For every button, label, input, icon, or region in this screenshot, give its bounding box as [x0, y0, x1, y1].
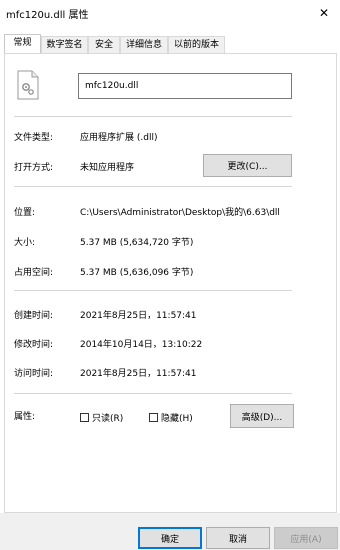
title-bar: mfc120u.dll 属性 ✕ — [0, 0, 340, 26]
hidden-checkbox-box[interactable] — [149, 413, 158, 422]
file-name-field[interactable]: mfc120u.dll — [78, 73, 292, 99]
general-panel — [4, 53, 337, 513]
accessed-value: 2021年8月25日，11:57:41 — [80, 369, 197, 379]
modified-label: 修改时间: — [14, 340, 54, 350]
size-value: 5.37 MB (5,634,720 字节) — [80, 238, 194, 248]
opens-with-label: 打开方式: — [14, 163, 54, 173]
location-value: C:\Users\Administrator\Desktop\我的\6.63\d… — [80, 208, 280, 218]
hidden-checkbox-label: 隐藏(H) — [161, 414, 193, 424]
divider — [14, 393, 292, 394]
file-type-value: 应用程序扩展 (.dll) — [80, 133, 158, 143]
tab-details[interactable]: 详细信息 — [120, 36, 168, 53]
divider — [14, 116, 292, 117]
close-icon: ✕ — [318, 6, 330, 20]
accessed-label: 访问时间: — [14, 369, 54, 379]
divider — [14, 186, 292, 187]
tab-digital-signatures[interactable]: 数字签名 — [41, 36, 88, 53]
readonly-checkbox-label: 只读(R) — [92, 414, 124, 424]
close-button[interactable]: ✕ — [312, 2, 336, 24]
opens-with-value: 未知应用程序 — [80, 163, 135, 173]
file-type-label: 文件类型: — [14, 133, 54, 143]
attributes-label: 属性: — [14, 412, 36, 422]
ok-button[interactable]: 确定 — [138, 527, 202, 549]
hidden-checkbox[interactable]: 隐藏(H) — [149, 411, 193, 424]
change-button[interactable]: 更改(C)... — [203, 154, 292, 177]
cancel-button[interactable]: 取消 — [206, 527, 270, 549]
advanced-button[interactable]: 高级(D)... — [230, 404, 294, 428]
tab-previous-versions[interactable]: 以前的版本 — [168, 36, 225, 53]
apply-button[interactable]: 应用(A) — [274, 527, 338, 549]
created-label: 创建时间: — [14, 311, 54, 321]
tab-general[interactable]: 常规 — [4, 34, 41, 54]
modified-value: 2014年10月14日，13:10:22 — [80, 340, 203, 350]
tab-security[interactable]: 安全 — [88, 36, 120, 53]
window-title: mfc120u.dll 属性 — [6, 10, 89, 21]
size-on-disk-label: 占用空间: — [14, 268, 54, 278]
dll-file-icon — [17, 70, 39, 100]
created-value: 2021年8月25日，11:57:41 — [80, 311, 197, 321]
divider — [14, 290, 292, 291]
size-on-disk-value: 5.37 MB (5,636,096 字节) — [80, 268, 194, 278]
readonly-checkbox-box[interactable] — [80, 413, 89, 422]
size-label: 大小: — [14, 238, 36, 248]
location-label: 位置: — [14, 208, 36, 218]
dialog-footer: 确定 取消 应用(A) — [0, 513, 340, 550]
readonly-checkbox[interactable]: 只读(R) — [80, 411, 123, 424]
